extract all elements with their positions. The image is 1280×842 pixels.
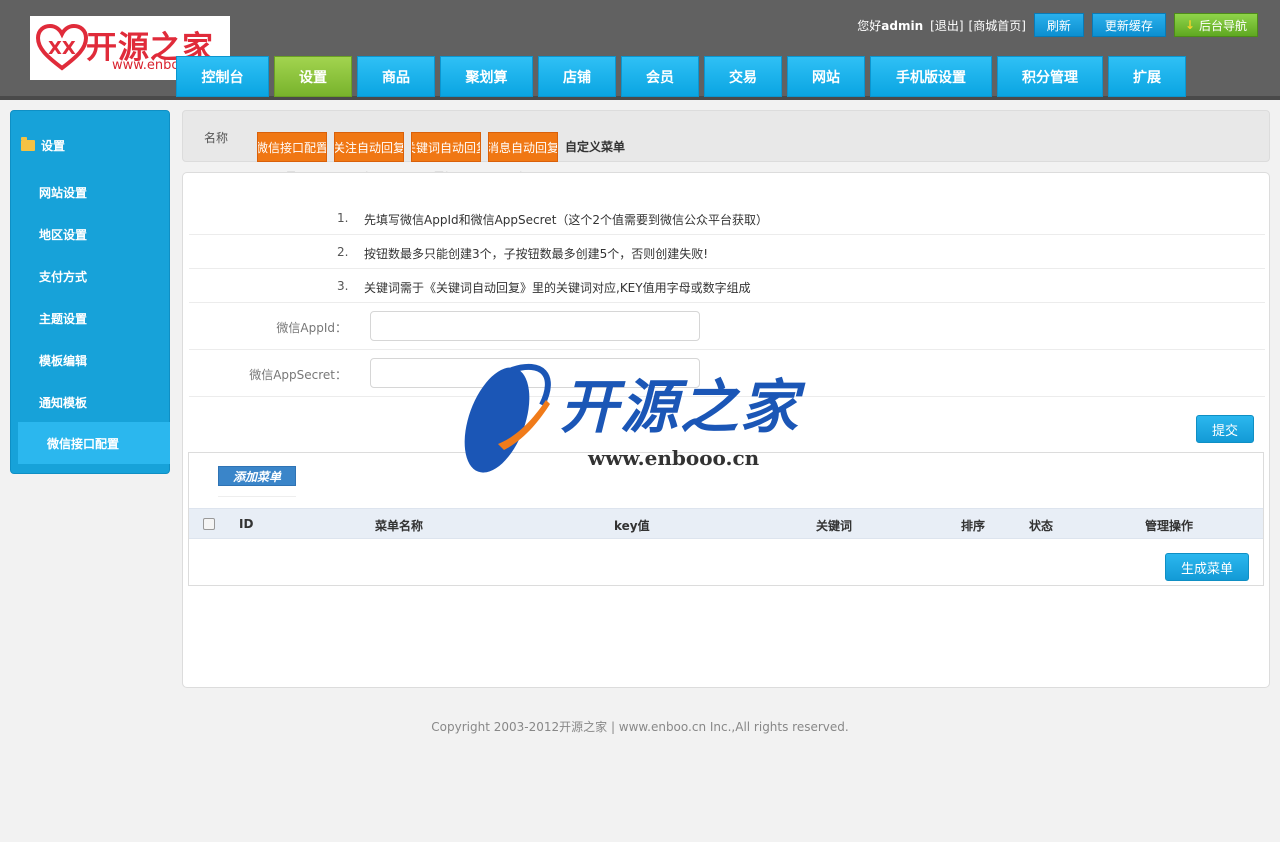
appid-label: 微信AppId： <box>276 321 347 335</box>
top-links: 您好admin [退出] [商城首页] 刷新 更新缓存 ↓ 后台导航 <box>857 12 1258 38</box>
svg-text:XX: XX <box>48 38 76 59</box>
appid-input[interactable] <box>370 311 700 341</box>
column-header-actions: 管理操作 <box>1145 519 1194 533</box>
logo-url: www.enbo <box>112 58 180 73</box>
sidebar-item-payment-methods[interactable]: 支付方式 <box>39 268 87 285</box>
nav-trade[interactable]: 交易 <box>704 56 782 97</box>
tab-message-auto-reply[interactable]: 消息自动回复 <box>488 132 558 162</box>
nav-shop[interactable]: 店铺 <box>538 56 616 97</box>
nav-group-buy[interactable]: 聚划算 <box>440 56 533 97</box>
main-nav: 控制台 设置 商品 聚划算 店铺 会员 交易 网站 手机版设置 积分管理 扩展 <box>176 56 1186 97</box>
nav-dashboard[interactable]: 控制台 <box>176 56 269 97</box>
folder-icon <box>21 137 35 151</box>
tab-wechat-config[interactable]: 微信接口配置 <box>257 132 327 162</box>
column-header-keyword: 关键词 <box>816 519 853 533</box>
heart-logo-icon: XX <box>36 24 88 71</box>
sidebar: 设置 网站设置地区设置支付方式主题设置模板编辑通知模板 微信接口配置 <box>10 110 170 474</box>
nav-settings[interactable]: 设置 <box>274 56 352 97</box>
nav-member[interactable]: 会员 <box>621 56 699 97</box>
sidebar-heading: 设置 <box>21 137 65 154</box>
nav-points[interactable]: 积分管理 <box>997 56 1103 97</box>
nav-goods[interactable]: 商品 <box>357 56 435 97</box>
sidebar-item-region-settings[interactable]: 地区设置 <box>39 226 87 243</box>
tip-row: 3. 关键词需于《关键词自动回复》里的关键词对应,KEY值用字母或数字组成 <box>189 269 1265 303</box>
custom-menu-table: 添加菜单 ID 菜单名称 key值 关键词 排序 状态 管理操作 生成菜单 <box>188 452 1264 586</box>
generate-menu-button[interactable]: 生成菜单 <box>1165 553 1249 581</box>
update-cache-button[interactable]: 更新缓存 <box>1091 13 1166 37</box>
tab-custom-menu[interactable]: 自定义菜单 <box>565 138 625 155</box>
sidebar-item-notification-templates[interactable]: 通知模板 <box>39 394 87 411</box>
column-header-status: 状态 <box>1029 519 1054 533</box>
tab-follow-auto-reply[interactable]: 关注自动回复 <box>334 132 404 162</box>
column-header-menu-name: 菜单名称 <box>375 519 424 533</box>
username: admin <box>881 18 924 33</box>
nav-website[interactable]: 网站 <box>787 56 865 97</box>
sidebar-item-theme-settings[interactable]: 主题设置 <box>39 310 87 327</box>
submit-button[interactable]: 提交 <box>1196 415 1254 443</box>
add-menu-button[interactable]: 添加菜单 <box>218 466 296 486</box>
logout-link[interactable]: [退出] <box>930 17 963 34</box>
main-panel: 1. 先填写微信AppId和微信AppSecret（这个2个值需要到微信公众平台… <box>182 172 1270 688</box>
sidebar-item-template-editor[interactable]: 模板编辑 <box>39 352 87 369</box>
tab-keyword-auto-reply[interactable]: 关键词自动回复 <box>411 132 481 162</box>
tab-name-label: 名称 <box>204 131 229 145</box>
column-header-sort: 排序 <box>961 519 986 533</box>
arrow-down-icon: ↓ <box>1184 18 1195 32</box>
mall-home-link[interactable]: [商城首页] <box>969 17 1026 34</box>
nav-extensions[interactable]: 扩展 <box>1108 56 1186 97</box>
greeting: 您好admin <box>857 18 924 33</box>
refresh-button[interactable]: 刷新 <box>1033 13 1084 37</box>
select-all-checkbox[interactable] <box>203 518 215 530</box>
tab-bar: 名称 微信接口配置 关注自动回复 关键词自动回复 消息自动回复 自定义菜单 <box>182 110 1270 162</box>
column-header-key: key值 <box>614 519 650 533</box>
appid-row: 微信AppId： <box>189 303 1265 350</box>
tip-row: 2. 按钮数最多只能创建3个，子按钮数最多创建5个，否则创建失败! <box>189 235 1265 269</box>
tip-row: 1. 先填写微信AppId和微信AppSecret（这个2个值需要到微信公众平台… <box>189 201 1265 235</box>
appsecret-input[interactable] <box>370 358 700 388</box>
appsecret-row: 微信AppSecret： <box>189 350 1265 397</box>
appsecret-label: 微信AppSecret： <box>249 368 347 382</box>
footer-copyright: Copyright 2003-2012开源之家 | www.enboo.cn I… <box>431 720 849 734</box>
column-header-id: ID <box>239 517 254 531</box>
sidebar-item-site-settings[interactable]: 网站设置 <box>39 184 87 201</box>
backend-nav-button[interactable]: ↓ 后台导航 <box>1173 13 1258 37</box>
top-header: XX 开源之家 www.enbo 您好admin [退出] [商城首页] 刷新 … <box>0 0 1280 100</box>
table-header: ID 菜单名称 key值 关键词 排序 状态 管理操作 <box>189 508 1263 539</box>
sidebar-item-wechat-config[interactable]: 微信接口配置 <box>18 422 170 464</box>
nav-mobile-settings[interactable]: 手机版设置 <box>870 56 992 97</box>
